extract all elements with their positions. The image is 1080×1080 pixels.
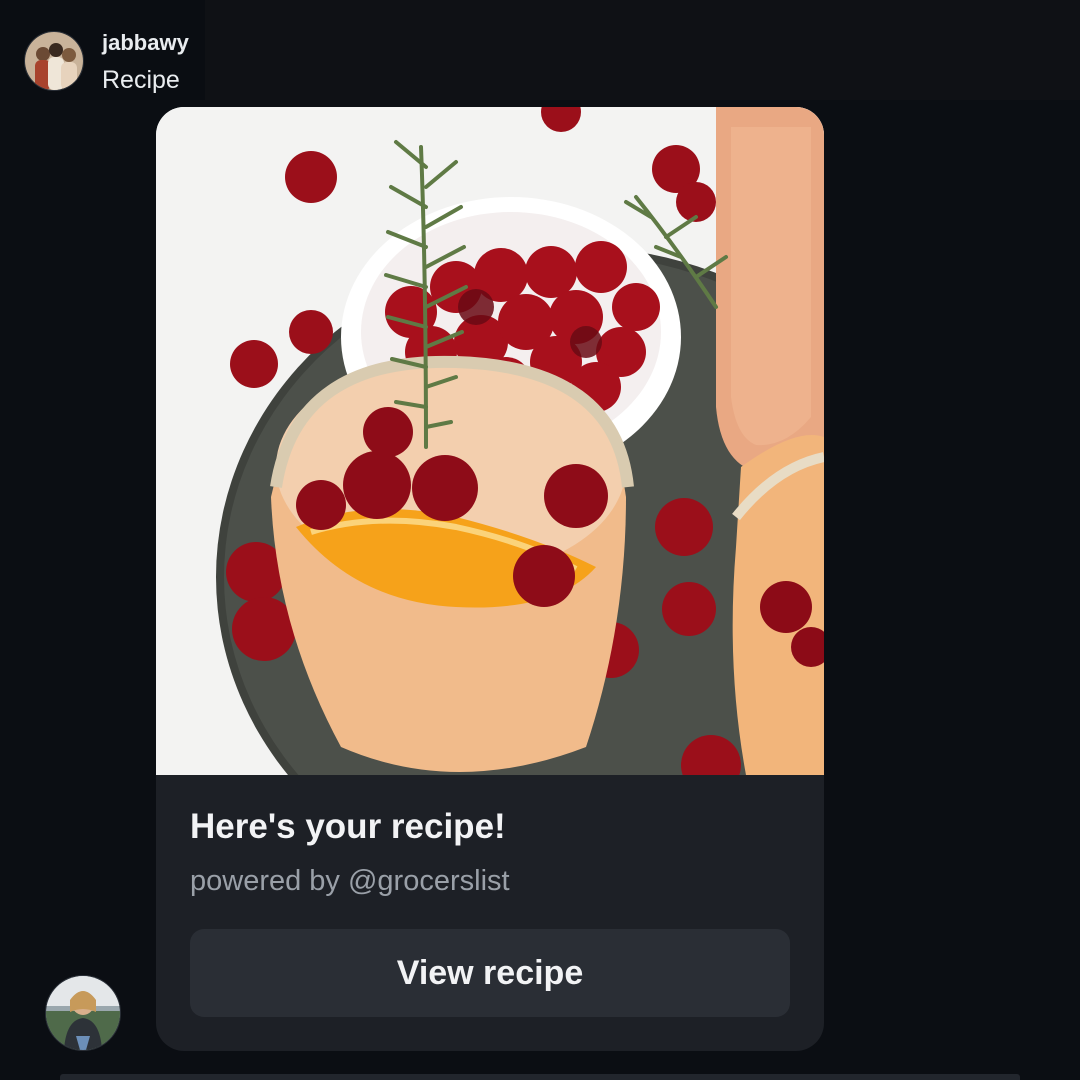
chat-header-user[interactable]: jabbawy Recipe [0, 0, 205, 100]
chat-subtitle: Recipe [102, 66, 180, 94]
powered-by-text: powered by @grocerslist [190, 865, 510, 897]
recipe-card-title: Here's your recipe! [190, 807, 506, 846]
sender-name[interactable]: jabbawy [102, 30, 189, 56]
recipe-photo[interactable] [156, 107, 824, 775]
cocktail-photo-icon [156, 107, 824, 775]
message-input-edge [60, 1074, 1020, 1080]
view-recipe-button[interactable]: View recipe [190, 929, 790, 1017]
sender-avatar[interactable] [24, 31, 84, 91]
chat-header: jabbawy Recipe [0, 0, 1080, 100]
my-avatar[interactable] [45, 975, 121, 1051]
recipe-card[interactable]: Here's your recipe! powered by @grocersl… [156, 107, 824, 1051]
